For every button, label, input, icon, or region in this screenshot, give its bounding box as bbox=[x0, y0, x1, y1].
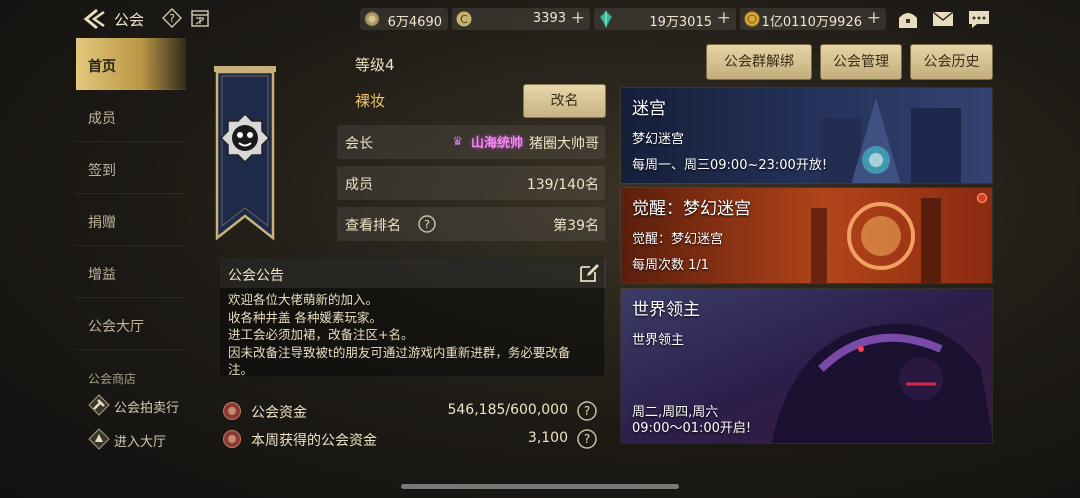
svg-text:?: ? bbox=[424, 218, 430, 231]
medal-value: 1亿0110万9926 bbox=[761, 15, 862, 30]
auction-house-label: 公会拍卖行 bbox=[114, 401, 180, 416]
c-currency-icon: C bbox=[455, 10, 473, 28]
guild-coin-icon bbox=[222, 401, 242, 421]
sidebar-item-label: 首页 bbox=[88, 59, 116, 75]
gold-resource: 6万4690 bbox=[360, 8, 448, 30]
rank-key: 查看排名 bbox=[345, 218, 401, 234]
awakening-subtitle: 觉醒：梦幻迷宫 bbox=[632, 232, 724, 247]
sidebar: 首页 成员 签到 捐赠 增益 公会大厅 公会商店 公会拍卖行 进入大厅 bbox=[76, 38, 186, 458]
gold-coin-icon bbox=[363, 10, 381, 28]
medal-coin-icon bbox=[743, 10, 761, 28]
sidebar-item-label: 成员 bbox=[88, 111, 116, 127]
home-indicator[interactable] bbox=[401, 484, 679, 489]
sidebar-item-label: 增益 bbox=[88, 267, 116, 283]
announcement-header: 公会公告 bbox=[220, 258, 606, 288]
guild-funds-value: 546,185/600,000 bbox=[447, 402, 568, 418]
help-icon[interactable]: ? bbox=[417, 214, 437, 234]
leader-name[interactable]: 猪圈大帅哥 bbox=[529, 133, 599, 153]
chat-icon[interactable] bbox=[967, 8, 991, 30]
announcement-line: 进工会必须加裙，改备注区+名。 bbox=[228, 327, 414, 342]
maze-subtitle: 梦幻迷宫 bbox=[632, 132, 685, 147]
rank-row[interactable]: 查看排名 ? 第39名 bbox=[337, 207, 605, 241]
world-boss-subtitle: 世界领主 bbox=[632, 333, 685, 348]
sidebar-item-checkin[interactable]: 签到 bbox=[76, 142, 186, 194]
hall-enter-icon bbox=[88, 428, 110, 450]
notification-dot bbox=[977, 193, 987, 203]
announcement-panel: 公会公告 欢迎各位大佬萌新的加入。 收各种井盖 各种媛素玩家。 进工会必须加裙，… bbox=[219, 257, 606, 377]
sidebar-item-guild-hall[interactable]: 公会大厅 bbox=[76, 298, 186, 350]
svg-text:C: C bbox=[460, 13, 468, 26]
guild-coin-icon bbox=[222, 429, 242, 449]
announcement-line: 收各种井盖 各种媛素玩家。 bbox=[228, 309, 382, 325]
top-bar: 公会 ? 6万4690 C 3393 + 19万3015 + 1亿0110万99… bbox=[0, 0, 1080, 38]
maze-schedule: 每周一、周三09:00~23:00开放! bbox=[632, 158, 828, 173]
back-arrow-icon[interactable] bbox=[82, 6, 108, 32]
help-icon[interactable]: ? bbox=[576, 428, 598, 450]
maze-title: 迷宫 bbox=[632, 99, 666, 119]
green-gem-icon bbox=[597, 10, 615, 28]
members-count: 139/140名 bbox=[526, 177, 599, 193]
sidebar-item-members[interactable]: 成员 bbox=[76, 90, 186, 142]
guild-banner-emblem[interactable] bbox=[214, 66, 276, 246]
rank-value: 第39名 bbox=[553, 218, 599, 234]
help-icon[interactable]: ? bbox=[161, 7, 183, 29]
weekly-funds-value: 3,100 bbox=[527, 430, 568, 446]
enter-hall-label: 进入大厅 bbox=[114, 435, 167, 450]
auction-hammer-icon bbox=[88, 394, 110, 416]
world-boss-title: 世界领主 bbox=[632, 300, 700, 320]
gem-resource: 19万3015 + bbox=[594, 8, 736, 30]
svg-text:?: ? bbox=[169, 12, 175, 25]
gem-value: 19万3015 bbox=[649, 15, 712, 30]
weekly-funds-row: 本周获得的公会资金 3,100 ? bbox=[222, 428, 602, 452]
members-row: 成员 139/140名 bbox=[337, 166, 605, 200]
guild-funds-row: 公会资金 546,185/600,000 ? bbox=[222, 400, 602, 424]
crown-icon: ♛ bbox=[452, 134, 463, 148]
leader-key: 会长 bbox=[345, 136, 373, 152]
svg-text:?: ? bbox=[584, 432, 590, 446]
announcement-line: 注。 bbox=[228, 362, 254, 375]
world-boss-hours: 09:00～01:00开启! bbox=[632, 421, 752, 436]
weekly-funds-label: 本周获得的公会资金 bbox=[251, 433, 377, 449]
sidebar-item-buffs[interactable]: 增益 bbox=[76, 246, 186, 298]
treasure-chest-icon[interactable] bbox=[896, 8, 920, 30]
rename-button[interactable]: 改名 bbox=[523, 84, 606, 118]
world-boss-card[interactable]: 世界领主 世界领主 周二,周四,周六 09:00～01:00开启! bbox=[620, 288, 993, 444]
sidebar-item-label: 签到 bbox=[88, 163, 116, 179]
c-currency-value: 3393 bbox=[532, 11, 566, 26]
members-key: 成员 bbox=[345, 177, 373, 193]
page-title: 公会 bbox=[114, 11, 145, 29]
edit-icon[interactable] bbox=[578, 262, 600, 284]
guild-history-button[interactable]: 公会历史 bbox=[910, 44, 993, 80]
awakening-attempts: 每周次数 1/1 bbox=[632, 258, 710, 273]
guild-funds-label: 公会资金 bbox=[251, 405, 307, 421]
svg-text:?: ? bbox=[584, 404, 590, 418]
add-gem-button[interactable]: + bbox=[717, 8, 731, 28]
sidebar-item-donate[interactable]: 捐赠 bbox=[76, 194, 186, 246]
gold-value: 6万4690 bbox=[387, 15, 442, 30]
announcement-title: 公会公告 bbox=[228, 268, 284, 284]
awakening-title: 觉醒：梦幻迷宫 bbox=[632, 199, 751, 219]
announcement-text: 欢迎各位大佬萌新的加入。 收各种井盖 各种媛素玩家。 进工会必须加裙，改备注区+… bbox=[228, 291, 600, 375]
add-medal-button[interactable]: + bbox=[867, 8, 881, 28]
announcement-line: 欢迎各位大佬萌新的加入。 bbox=[228, 292, 379, 307]
calendar-icon[interactable] bbox=[190, 8, 210, 28]
unbind-group-button[interactable]: 公会群解绑 bbox=[706, 44, 812, 80]
guild-manage-button[interactable]: 公会管理 bbox=[820, 44, 902, 80]
help-icon[interactable]: ? bbox=[576, 400, 598, 422]
sidebar-item-home[interactable]: 首页 bbox=[76, 38, 186, 90]
sidebar-item-label: 捐赠 bbox=[88, 215, 116, 231]
maze-card[interactable]: 迷宫 梦幻迷宫 每周一、周三09:00~23:00开放! bbox=[620, 87, 993, 184]
add-c-currency-button[interactable]: + bbox=[571, 8, 585, 28]
leader-title-badge: 山海统帅 bbox=[470, 136, 523, 151]
mail-icon[interactable] bbox=[931, 8, 955, 30]
guild-shop-heading: 公会商店 bbox=[88, 372, 137, 386]
c-currency-resource: C 3393 + bbox=[452, 8, 590, 30]
awakening-maze-card[interactable]: 觉醒：梦幻迷宫 觉醒：梦幻迷宫 每周次数 1/1 bbox=[620, 187, 993, 284]
guild-name: 裸妆 bbox=[355, 92, 386, 110]
leader-row: 会长 ♛ 山海统帅 猪圈大帅哥 bbox=[337, 125, 605, 159]
sidebar-item-label: 公会大厅 bbox=[88, 319, 144, 335]
announcement-line: 因未改备注导致被t的朋友可通过游戏内重新进群，务必要改备 bbox=[228, 344, 571, 360]
medal-resource: 1亿0110万9926 + bbox=[740, 8, 886, 30]
guild-level: 等级4 bbox=[355, 56, 395, 74]
